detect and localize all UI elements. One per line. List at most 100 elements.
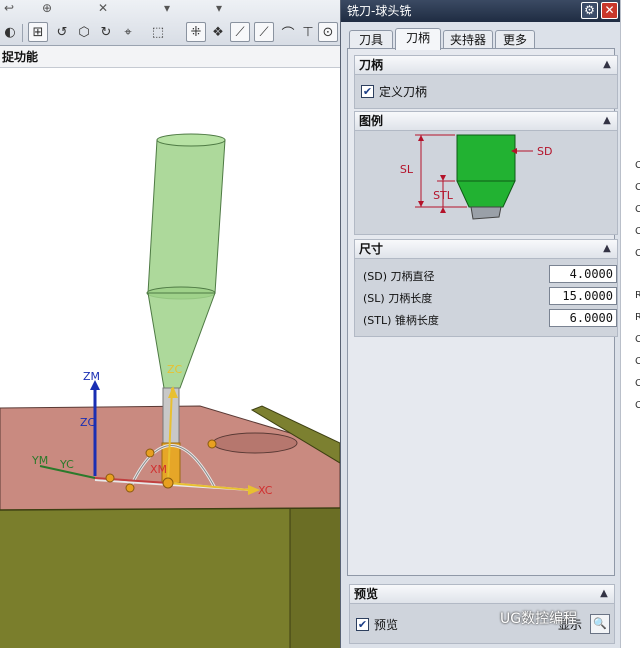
taper-length-input[interactable]: 6.0000 <box>549 309 617 327</box>
legend-taper <box>456 180 516 208</box>
cad-scene: ZM ZC ZC YM YC XC XM <box>0 133 340 648</box>
gear-icon[interactable]: ⚙ <box>581 2 598 19</box>
handle-ball <box>105 473 115 483</box>
midpoint-icon[interactable]: ⟋ <box>254 22 274 42</box>
background-window-strip: C C C C C R R C C C C <box>620 0 640 648</box>
tangent-icon[interactable]: ⌒ <box>278 22 298 42</box>
collapse-icon[interactable]: ▲ <box>599 113 615 129</box>
tab-holder[interactable]: 夹持器 <box>443 30 493 49</box>
shank-length-label: (SL) 刀柄长度 <box>363 292 433 305</box>
strip-char: R <box>635 290 640 301</box>
shank-diameter-label: (SD) 刀柄直径 <box>363 270 435 283</box>
shank-section-body: ✔ 定义刀柄 <box>354 75 618 109</box>
legend-shank <box>456 134 516 182</box>
show-result-button[interactable]: 🔍 <box>590 614 610 634</box>
shank-diameter-input[interactable]: 4.0000 <box>549 265 617 283</box>
watermark: UG数控编程 <box>500 611 578 627</box>
zm-label: ZM <box>83 370 100 383</box>
handle-ball <box>125 483 135 493</box>
strip-char: C <box>635 334 640 345</box>
close-icon[interactable]: ✕ <box>601 2 618 19</box>
handle-ball <box>207 439 217 449</box>
part-side-face-dark <box>290 508 340 648</box>
shank-section-title: 刀柄 <box>359 58 384 72</box>
tool-dialog: 铣刀-球头铣 ⚙ ✕ 刀具 刀柄 夹持器 更多 刀柄 ▲ ✔ 定义刀柄 图例 ▲ <box>340 0 620 648</box>
toolbar-separator <box>22 24 23 42</box>
legend-arrow <box>440 175 446 181</box>
select-box-icon[interactable]: ⬚ <box>148 22 168 42</box>
dots-icon[interactable]: ❖ <box>208 22 228 42</box>
dimensions-section-header[interactable]: 尺寸 ▲ <box>354 239 618 259</box>
legend-stl-label: STL <box>433 189 454 202</box>
legend-section-title: 图例 <box>359 114 384 128</box>
grid-points-icon[interactable]: ⁜ <box>186 22 206 42</box>
undo-icon[interactable]: ↺ <box>52 22 72 42</box>
pocket-opening <box>212 432 298 454</box>
graphics-viewport[interactable]: ZM ZC ZC YM YC XC XM <box>0 68 340 648</box>
legend-sl-label: SL <box>400 163 414 176</box>
snap-icon[interactable]: ◐ <box>0 22 20 42</box>
collapse-icon[interactable]: ▲ <box>599 57 615 73</box>
line-end-icon[interactable]: ⟋ <box>230 22 250 42</box>
part-side-face <box>0 508 340 648</box>
strip-char: C <box>635 160 640 171</box>
legend-section-body: SL STL SD <box>354 131 618 235</box>
pin-icon[interactable]: ⌖ <box>118 22 138 42</box>
zc-tool-label: ZC <box>167 363 183 376</box>
dialog-title-bar[interactable]: 铣刀-球头铣 ⚙ ✕ <box>341 0 620 22</box>
add-point-icon[interactable]: ⊞ <box>28 22 48 42</box>
toolbar: ↩ ⊕ ✕ ▾ ▾ ◐ ⊞ ↺ ⬡ ↻ ⌖ ⬚ ⁜ ❖ ⟋ ⟋ ⌒ ⊤ ⊙ <box>0 0 340 46</box>
toolbar-icon-top[interactable]: ▾ <box>160 0 174 16</box>
taper-length-row: (STL) 锥柄长度 6.0000 <box>363 309 617 329</box>
preview-section-title: 预览 <box>354 587 379 601</box>
handle-ball <box>145 448 155 458</box>
shank-diameter-row: (SD) 刀柄直径 4.0000 <box>363 265 617 285</box>
perpendicular-icon[interactable]: ⊤ <box>298 22 318 42</box>
legend-arrow <box>440 207 446 213</box>
strip-char: C <box>635 248 640 259</box>
tab-shank[interactable]: 刀柄 <box>395 28 441 50</box>
shank-legend-diagram: SL STL SD <box>400 134 552 220</box>
xm-label: XM <box>150 463 167 476</box>
circle-center-icon[interactable]: ⊙ <box>318 22 338 42</box>
snap-functions-label: 捉功能 <box>0 46 340 68</box>
define-shank-label: 定义刀柄 <box>379 85 428 99</box>
strip-char: C <box>635 356 640 367</box>
strip-char: C <box>635 182 640 193</box>
shank-length-input[interactable]: 15.0000 <box>549 287 617 305</box>
dialog-title: 铣刀-球头铣 <box>347 4 412 18</box>
strip-char: R <box>635 312 640 323</box>
transform-icon[interactable]: ↻ <box>96 22 116 42</box>
legend-sd-label: SD <box>537 145 552 158</box>
define-shank-checkbox[interactable]: ✔ <box>361 85 374 98</box>
origin-handle <box>162 477 174 489</box>
tab-more[interactable]: 更多 <box>495 30 535 49</box>
collapse-icon[interactable]: ▲ <box>599 241 615 257</box>
cube-icon[interactable]: ⬡ <box>74 22 94 42</box>
preview-checkbox[interactable]: ✔ <box>356 618 369 631</box>
toolbar-icon-top[interactable]: ⊕ <box>40 0 54 16</box>
xc-label: XC <box>258 484 273 497</box>
zc-label: ZC <box>80 416 96 429</box>
taper-length-label: (STL) 锥柄长度 <box>363 314 439 327</box>
toolbar-icon-top[interactable]: ↩ <box>2 0 16 16</box>
shank-length-row: (SL) 刀柄长度 15.0000 <box>363 287 617 307</box>
collapse-icon[interactable]: ▲ <box>596 586 612 602</box>
tab-panel-shank: 刀柄 ▲ ✔ 定义刀柄 图例 ▲ SL STL SD 尺寸 ▲ (SD) 刀柄直… <box>347 48 618 576</box>
toolbar-icon-top[interactable]: ▾ <box>212 0 226 16</box>
preview-section-header[interactable]: 预览 ▲ <box>349 584 615 604</box>
strip-char: C <box>635 226 640 237</box>
strip-char: C <box>635 400 640 411</box>
tool-shank-top <box>156 133 226 147</box>
tab-tool[interactable]: 刀具 <box>349 30 393 49</box>
legend-section-header[interactable]: 图例 ▲ <box>354 111 618 131</box>
strip-char: C <box>635 378 640 389</box>
preview-label: 预览 <box>374 618 399 632</box>
tool-shank <box>147 139 226 294</box>
legend-arrow <box>418 135 424 141</box>
dimensions-section-body: (SD) 刀柄直径 4.0000 (SL) 刀柄长度 15.0000 (STL)… <box>354 259 618 337</box>
shank-section-header[interactable]: 刀柄 ▲ <box>354 55 618 75</box>
strip-char: C <box>635 204 640 215</box>
legend-arrow <box>418 201 424 207</box>
toolbar-icon-top[interactable]: ✕ <box>96 0 110 16</box>
